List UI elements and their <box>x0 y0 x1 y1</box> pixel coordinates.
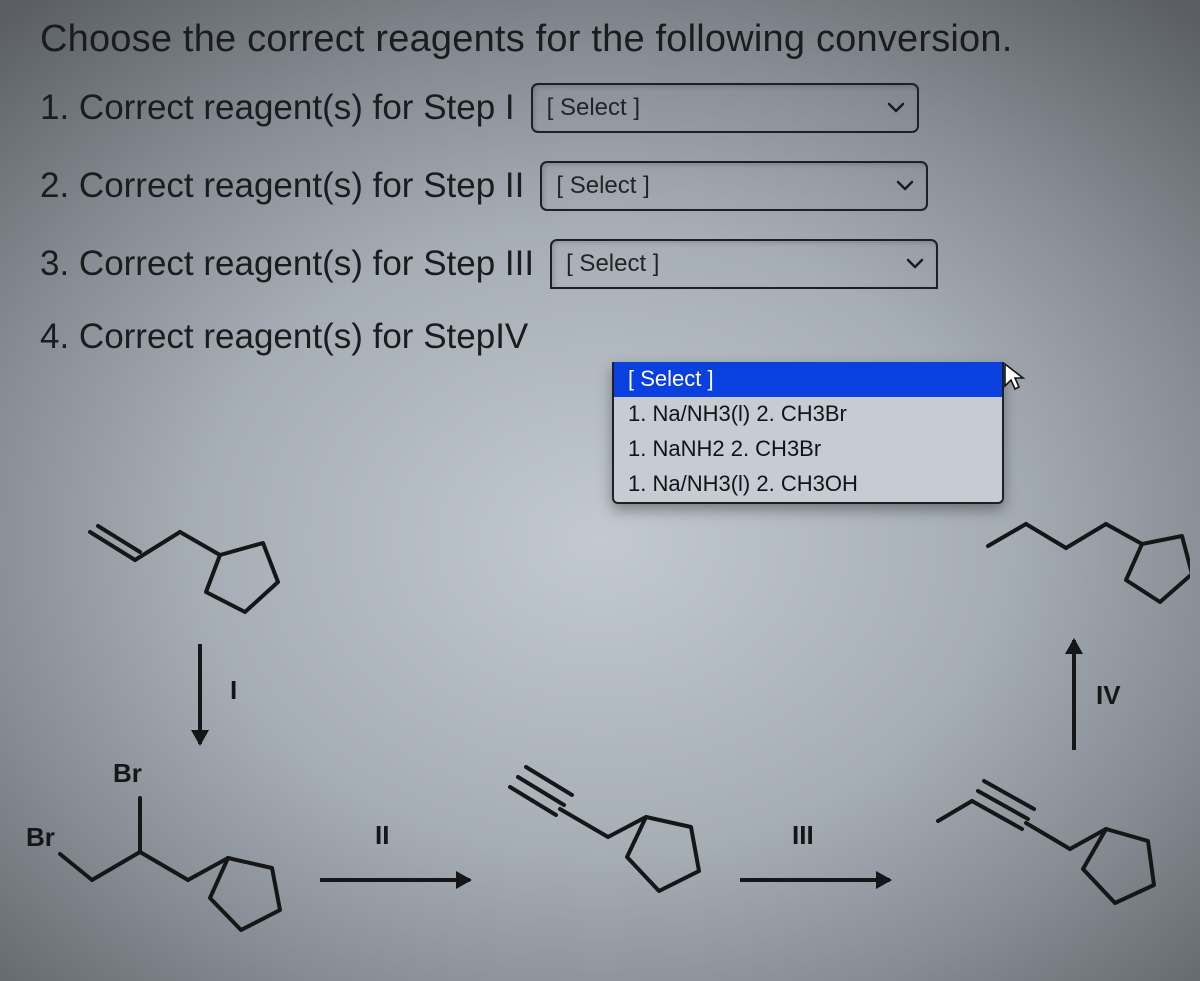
arrow-step4 <box>1072 640 1076 750</box>
dropdown-option-3[interactable]: 1. Na/NH3(l) 2. CH3OH <box>614 467 1002 502</box>
structure-dibromo-cyclopentane <box>40 780 300 950</box>
chevron-down-icon <box>887 102 905 114</box>
step1-row: 1. Correct reagent(s) for Step I [ Selec… <box>40 83 1170 133</box>
dropdown-option-1[interactable]: 1. Na/NH3(l) 2. CH3Br <box>614 397 1002 432</box>
step1-select-value: [ Select ] <box>547 94 640 122</box>
step1-select[interactable]: [ Select ] <box>531 83 919 133</box>
cursor-icon <box>1002 362 1028 397</box>
dropdown-option-2[interactable]: 1. NaNH2 2. CH3Br <box>614 432 1002 467</box>
structure-methyl-alkynyl-cyclopentane <box>930 765 1160 955</box>
step4-row: 4. Correct reagent(s) for StepIV <box>40 317 1170 357</box>
arrow-step1 <box>198 644 202 744</box>
step3-select[interactable]: [ Select ] <box>550 239 938 289</box>
step3-row: 3. Correct reagent(s) for Step III [ Sel… <box>40 239 1170 289</box>
arrow-step2 <box>320 878 470 882</box>
chevron-down-icon <box>896 180 914 192</box>
step3-select-value: [ Select ] <box>566 250 659 278</box>
dropdown-option-placeholder[interactable]: [ Select ] <box>614 362 1002 397</box>
question-page: Choose the correct reagents for the foll… <box>0 0 1200 981</box>
step3-dropdown-listbox[interactable]: [ Select ] 1. Na/NH3(l) 2. CH3Br 1. NaNH… <box>612 362 1004 504</box>
step2-row: 2. Correct reagent(s) for Step II [ Sele… <box>40 161 1170 211</box>
step3-roman: III <box>792 820 814 851</box>
reaction-scheme: I Br Br II <box>0 510 1200 981</box>
step2-roman: II <box>375 820 389 851</box>
step2-select[interactable]: [ Select ] <box>540 161 928 211</box>
step2-select-value: [ Select ] <box>556 172 649 200</box>
step4-roman: IV <box>1096 680 1121 711</box>
step1-label: 1. Correct reagent(s) for Step I <box>40 88 515 128</box>
step3-label: 3. Correct reagent(s) for Step III <box>40 244 534 284</box>
structure-vinyl-methyl-cyclopentane <box>80 510 280 620</box>
structure-alkynyl-cyclopentane <box>496 765 706 950</box>
step4-label: 4. Correct reagent(s) for StepIV <box>40 317 528 357</box>
step1-roman: I <box>230 675 237 706</box>
chevron-down-icon <box>906 258 924 270</box>
question-heading: Choose the correct reagents for the foll… <box>40 18 1170 61</box>
step2-label: 2. Correct reagent(s) for Step II <box>40 166 524 206</box>
arrow-step3 <box>740 878 890 882</box>
structure-product-methyl-vinyl-cyclopentane <box>980 500 1190 620</box>
